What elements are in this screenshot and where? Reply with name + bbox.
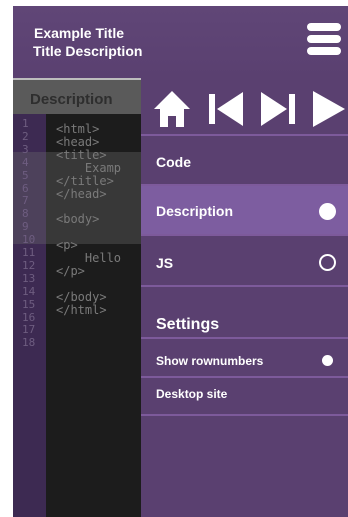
code-line: </p> (56, 263, 85, 278)
code-line: <html> (56, 122, 100, 136)
code-line: Hello (56, 251, 122, 265)
line-number: 12 (22, 258, 36, 272)
side-menu: Code Description JS Settings Show rownum… (141, 78, 348, 517)
skip-forward-icon[interactable] (259, 88, 297, 128)
line-number: 11 (22, 246, 36, 259)
menu-item-label: Code (156, 154, 191, 170)
line-number: 9 (22, 220, 29, 234)
settings-heading: Settings (156, 316, 220, 333)
code-line: <p> (56, 238, 78, 253)
hamburger-bar (307, 35, 341, 43)
hamburger-icon[interactable] (307, 23, 341, 59)
line-number: 6 (22, 181, 29, 195)
line-number: 18 (22, 336, 36, 350)
menu-item-description[interactable]: Description (141, 186, 348, 234)
menu-item-code[interactable]: Code (141, 136, 348, 185)
menu-item-js[interactable]: JS (141, 236, 348, 286)
code-editor[interactable]: 1 2 3 4 5 6 7 8 9 10 11 12 13 14 15 16 17 18 <html> <head> <… (13, 114, 141, 517)
line-number: 15 (22, 297, 36, 311)
code-line: </body> (56, 289, 107, 304)
line-number: 1 (22, 117, 29, 130)
code-line: <body> (56, 212, 100, 227)
home-icon[interactable] (152, 88, 192, 128)
radio-unselected-icon[interactable] (319, 254, 336, 271)
divider (141, 414, 348, 416)
rownumbers-toggle[interactable] (322, 355, 333, 366)
divider (141, 376, 348, 378)
code-line: </html> (56, 302, 107, 317)
line-number: 16 (22, 310, 36, 324)
description-tab[interactable]: Description (13, 78, 141, 114)
radio-selected-icon[interactable] (319, 203, 336, 220)
line-number: 5 (22, 168, 29, 182)
line-number: 10 (22, 233, 36, 247)
line-number: 8 (22, 207, 29, 221)
header-bar: Example Title Title Description (13, 6, 348, 78)
divider (141, 337, 348, 339)
line-number: 13 (22, 271, 36, 285)
line-number: 4 (22, 155, 29, 169)
code-line: <head> (56, 134, 100, 149)
line-number: 14 (22, 284, 36, 298)
desktop-site-label[interactable]: Desktop site (156, 387, 227, 401)
play-icon[interactable] (311, 88, 347, 128)
code-line: Examp (56, 160, 122, 175)
line-number: 17 (22, 323, 36, 337)
menu-item-label: JS (156, 255, 174, 271)
nav-toolbar (141, 78, 348, 129)
line-number: 7 (22, 194, 29, 208)
app-title: Example Title (34, 25, 125, 41)
hamburger-bar (307, 47, 341, 55)
code-line: </head> (56, 186, 107, 201)
divider (141, 285, 348, 287)
code-line: <title> (56, 147, 107, 162)
skip-back-icon[interactable] (207, 88, 245, 128)
show-rownumbers-label[interactable]: Show rownumbers (156, 354, 263, 368)
hamburger-bar (307, 23, 341, 31)
line-number: 3 (22, 142, 29, 156)
app-subtitle: Title Description (33, 43, 143, 59)
app-frame: Example Title Title Description Descript… (13, 6, 348, 517)
code-line: </title> (56, 173, 114, 188)
line-number: 2 (22, 129, 29, 143)
menu-item-label: Description (156, 203, 234, 219)
